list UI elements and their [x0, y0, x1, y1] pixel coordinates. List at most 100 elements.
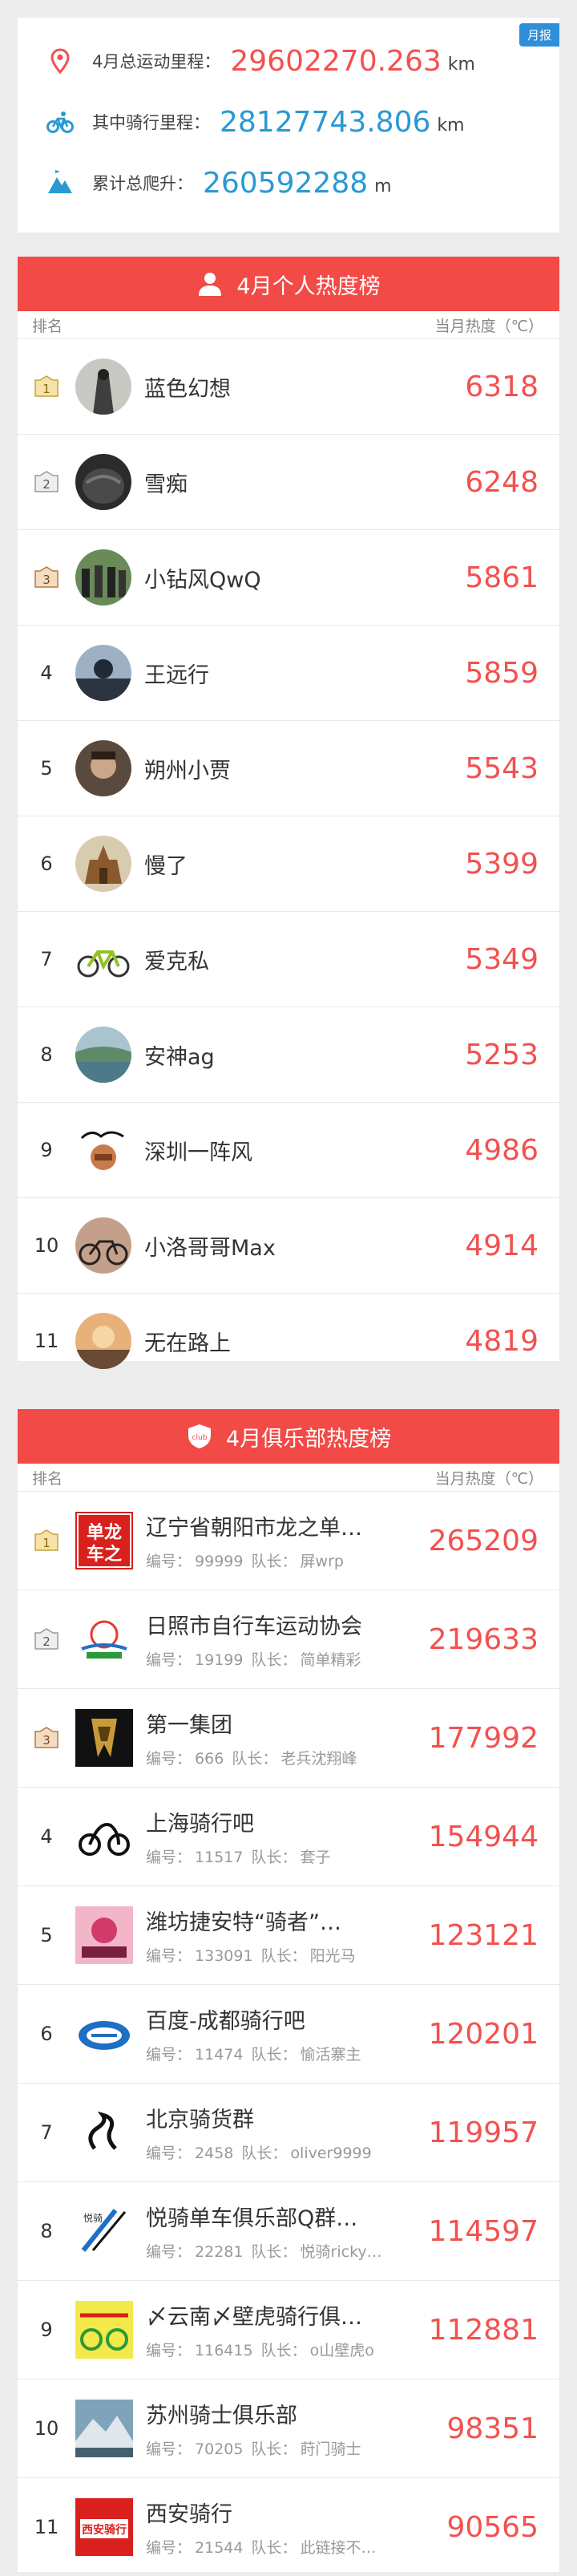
avatar[interactable] — [75, 1027, 131, 1083]
club-name[interactable]: 辽宁省朝阳市龙之单… — [146, 1510, 458, 1541]
club-leader-label: 队长： — [232, 1750, 278, 1768]
avatar[interactable] — [75, 549, 131, 606]
club-leader: 莳门骑士 — [300, 2440, 361, 2458]
leaderboard-row[interactable]: 4 王远行 5859 — [18, 625, 559, 720]
leaderboard-row[interactable]: 1 单龙 车之 辽宁省朝阳市龙之单… 编号： 99999 队长： 屏wrp 26520… — [18, 1491, 559, 1590]
avatar[interactable] — [75, 931, 131, 987]
club-id-label: 编号： — [146, 1849, 192, 1866]
club-name[interactable]: 苏州骑士俱乐部 — [146, 2398, 458, 2429]
leaderboard-row[interactable]: 11 西安骑行 西安骑行 编号： 21544 队长： 此链接不… 90565 — [18, 2477, 559, 2576]
club-logo[interactable]: 单龙 车之 — [75, 1512, 133, 1569]
club-id: 133091 — [195, 1947, 253, 1965]
leaderboard-row[interactable]: 1 蓝色幻想 6318 — [18, 338, 559, 434]
club-leader: 简单精彩 — [300, 1651, 361, 1669]
club-id-label: 编号： — [146, 1947, 192, 1965]
heat-value: 123121 — [428, 1918, 539, 1952]
club-logo[interactable]: 西安骑行 — [75, 2498, 133, 2556]
club-name[interactable]: 第一集团 — [146, 1707, 458, 1739]
gold-medal-icon: 1 — [18, 1529, 75, 1552]
club-meta: 编号： 2458 队长： oliver9999 — [146, 2141, 458, 2163]
club-name[interactable]: 悦骑单车俱乐部Q群… — [146, 2201, 458, 2232]
heat-value: 112881 — [428, 2313, 539, 2347]
heat-value: 5859 — [465, 656, 539, 690]
heat-column-header: 当月热度（℃） — [434, 1469, 543, 1488]
club-name[interactable]: 北京骑货群 — [146, 2102, 458, 2133]
user-name[interactable]: 慢了 — [144, 849, 188, 880]
avatar[interactable] — [75, 1313, 131, 1369]
leaderboard-row[interactable]: 5 潍坊捷安特“骑者”… 编号： 133091 队长： 阳光马 123121 — [18, 1885, 559, 1984]
user-name[interactable]: 无在路上 — [144, 1326, 231, 1357]
club-logo[interactable] — [75, 2301, 133, 2359]
rank-number: 11 — [34, 1330, 59, 1352]
club-logo[interactable] — [75, 1709, 133, 1767]
leaderboard-row[interactable]: 7 爱克私 5349 — [18, 911, 559, 1007]
club-id-label: 编号： — [146, 2440, 192, 2458]
avatar[interactable] — [75, 454, 131, 510]
club-info: 悦骑单车俱乐部Q群… 编号： 22281 队长： 悦骑ricky… — [146, 2201, 458, 2262]
leaderboard-row[interactable]: 11 无在路上 4819 — [18, 1293, 559, 1388]
svg-text:1: 1 — [42, 382, 50, 396]
heat-value: 90565 — [446, 2510, 539, 2544]
rank-column-header: 排名 — [32, 1469, 63, 1488]
avatar[interactable] — [75, 836, 131, 892]
club-name[interactable]: 日照市自行车运动协会 — [146, 1609, 458, 1640]
leaderboard-row[interactable]: 2 日照市自行车运动协会 编号： 19199 队长： 简单精彩 219633 — [18, 1590, 559, 1688]
leaderboard-row[interactable]: 7 北京骑货群 编号： 2458 队长： oliver9999 119957 — [18, 2083, 559, 2181]
leaderboard-row[interactable]: 6 慢了 5399 — [18, 816, 559, 911]
club-leader: 老兵沈翔峰 — [280, 1750, 357, 1768]
leaderboard-row[interactable]: 2 雪痴 6248 — [18, 434, 559, 529]
avatar[interactable] — [75, 645, 131, 701]
riding-distance-value: 28127743.806 — [220, 105, 431, 139]
heat-value: 5349 — [465, 942, 539, 976]
club-logo[interactable] — [75, 2400, 133, 2457]
leaderboard-row[interactable]: 8 安神ag 5253 — [18, 1007, 559, 1102]
heat-value: 114597 — [428, 2214, 539, 2248]
club-logo[interactable]: 悦骑 — [75, 2202, 133, 2260]
leaderboard-row[interactable]: 5 朔州小贾 5543 — [18, 720, 559, 816]
avatar[interactable] — [75, 358, 131, 415]
club-meta: 编号： 11517 队长： 套子 — [146, 1845, 458, 1867]
bicycle-icon — [46, 111, 74, 133]
user-name[interactable]: 王远行 — [144, 658, 209, 689]
club-id: 99999 — [195, 1553, 244, 1570]
heat-column-header: 当月热度（℃） — [434, 317, 543, 335]
leaderboard-row[interactable]: 10 小洛哥哥Max 4914 — [18, 1197, 559, 1293]
user-name[interactable]: 爱克私 — [144, 944, 209, 975]
leaderboard-row[interactable]: 10 苏州骑士俱乐部 编号： 70205 队长： 莳门骑士 98351 — [18, 2379, 559, 2477]
leaderboard-row[interactable]: 8 悦骑 悦骑单车俱乐部Q群… 编号： 22281 队长： 悦骑ricky… 114… — [18, 2181, 559, 2280]
club-name[interactable]: 〆云南〆壁虎骑行俱… — [146, 2299, 458, 2331]
user-name[interactable]: 深圳一阵风 — [144, 1135, 252, 1166]
user-name[interactable]: 雪痴 — [144, 467, 188, 498]
monthly-report-badge[interactable]: 月报 — [518, 23, 559, 47]
leaderboard-row[interactable]: 3 小钻风QwQ 5861 — [18, 529, 559, 625]
leaderboard-row[interactable]: 3 第一集团 编号： 666 队长： 老兵沈翔峰 177992 — [18, 1688, 559, 1787]
user-name[interactable]: 小钻风QwQ — [144, 562, 261, 593]
club-logo[interactable] — [75, 2005, 133, 2063]
club-name[interactable]: 百度-成都骑行吧 — [146, 2003, 458, 2035]
personal-column-headers: 排名 当月热度（℃） — [18, 311, 559, 338]
user-name[interactable]: 朔州小贾 — [144, 753, 231, 784]
avatar[interactable] — [75, 1217, 131, 1274]
club-leader-label: 队长： — [251, 2243, 297, 2261]
club-id: 19199 — [195, 1651, 244, 1669]
club-id-label: 编号： — [146, 1651, 192, 1669]
club-name[interactable]: 上海骑行吧 — [146, 1806, 458, 1837]
leaderboard-row[interactable]: 6 百度-成都骑行吧 编号： 11474 队长： 愉活寨主 120201 — [18, 1984, 559, 2083]
club-meta: 编号： 666 队长： 老兵沈翔峰 — [146, 1747, 458, 1768]
club-logo[interactable] — [75, 1808, 133, 1865]
heat-value: 119957 — [428, 2116, 539, 2149]
avatar[interactable] — [75, 1122, 131, 1178]
club-logo[interactable] — [75, 1906, 133, 1964]
user-name[interactable]: 蓝色幻想 — [144, 371, 231, 403]
club-info: 北京骑货群 编号： 2458 队长： oliver9999 — [146, 2102, 458, 2163]
club-name[interactable]: 潍坊捷安特“骑者”… — [146, 1905, 458, 1936]
leaderboard-row[interactable]: 4 上海骑行吧 编号： 11517 队长： 套子 154944 — [18, 1787, 559, 1885]
club-name[interactable]: 西安骑行 — [146, 2497, 458, 2528]
club-logo[interactable] — [75, 2104, 133, 2161]
leaderboard-row[interactable]: 9 〆云南〆壁虎骑行俱… 编号： 116415 队长： o山壁虎o 112881 — [18, 2280, 559, 2379]
leaderboard-row[interactable]: 9 深圳一阵风 4986 — [18, 1102, 559, 1197]
user-name[interactable]: 小洛哥哥Max — [144, 1230, 276, 1262]
club-logo[interactable] — [75, 1610, 133, 1668]
avatar[interactable] — [75, 740, 131, 796]
user-name[interactable]: 安神ag — [144, 1039, 215, 1071]
